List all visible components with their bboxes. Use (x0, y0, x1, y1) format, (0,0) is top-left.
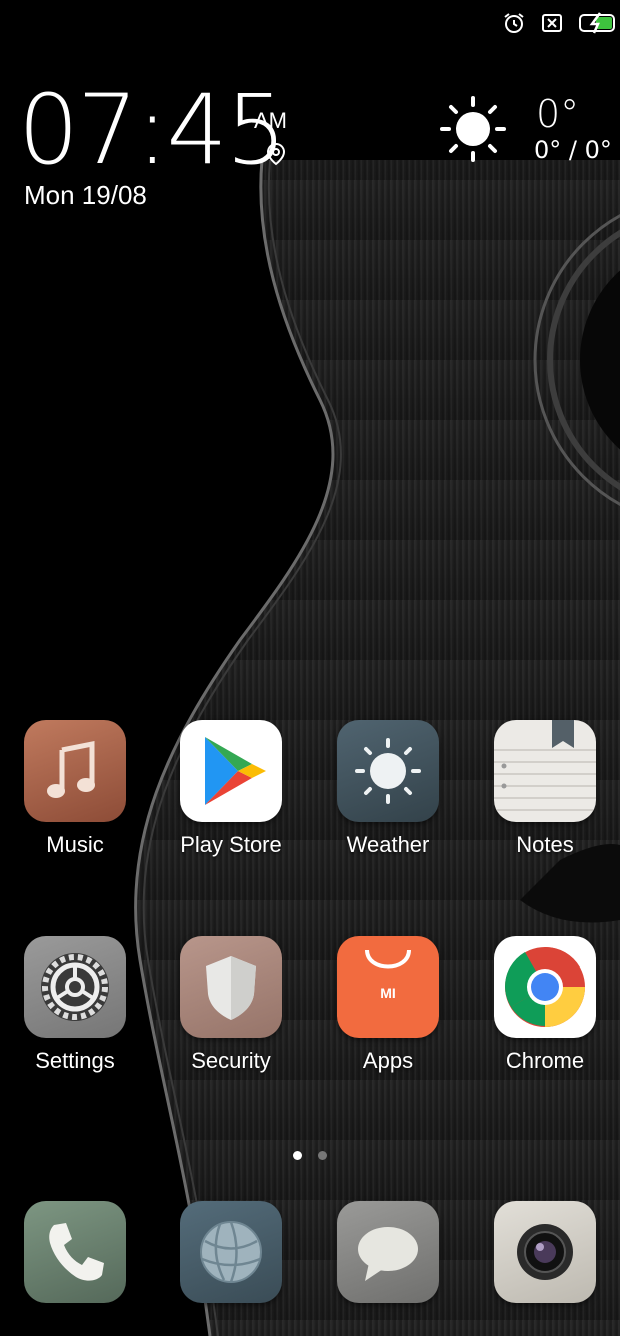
gear-icon (24, 936, 126, 1038)
app-label: Music (46, 832, 104, 857)
notepad-icon (494, 720, 596, 822)
svg-text:MI: MI (380, 985, 396, 1001)
browser-globe-icon (180, 1201, 282, 1303)
app-label: Play Store (180, 832, 282, 857)
dock-camera[interactable] (475, 1201, 615, 1303)
camera-icon (494, 1201, 596, 1303)
dock-messages[interactable] (318, 1201, 458, 1303)
app-label: Notes (516, 832, 574, 857)
weather-range: 0° / 0° (534, 136, 612, 164)
chrome-icon (494, 936, 596, 1038)
page-dot-active (293, 1151, 302, 1160)
app-music[interactable]: Music (5, 720, 145, 858)
clock-ampm: AM (254, 108, 287, 133)
app-settings[interactable]: Settings (5, 936, 145, 1074)
app-security[interactable]: Security (161, 936, 301, 1074)
shopping-bag-icon: MI (337, 936, 439, 1038)
messages-icon (337, 1201, 439, 1303)
alarm-icon (504, 13, 524, 33)
app-weather[interactable]: Weather (318, 720, 458, 858)
dock-browser[interactable] (161, 1201, 301, 1303)
phone-icon (24, 1201, 126, 1303)
page-indicator[interactable] (0, 1151, 620, 1160)
app-label: Chrome (505, 1048, 585, 1073)
location-pin-icon (266, 142, 286, 166)
app-notes[interactable]: Notes (475, 720, 615, 858)
weather-temp[interactable]: 0° (536, 92, 579, 136)
clock-date: Mon 19/08 (24, 180, 147, 210)
app-chrome[interactable]: Chrome (475, 936, 615, 1074)
battery-charging-icon (579, 12, 615, 34)
app-play-store[interactable]: Play Store (161, 720, 301, 858)
app-label: Weather (346, 832, 430, 857)
page-dot (318, 1151, 327, 1160)
app-apps[interactable]: MI Apps (318, 936, 458, 1074)
app-label: Settings (35, 1048, 115, 1073)
music-note-icon (24, 720, 126, 822)
sun-icon[interactable] (438, 94, 508, 164)
clock-widget[interactable]: 07:45 AM (18, 74, 287, 186)
dock-phone[interactable] (5, 1201, 145, 1303)
sun-icon (337, 720, 439, 822)
app-label: Apps (362, 1048, 414, 1073)
sim-off-icon (542, 14, 562, 32)
play-store-icon (180, 720, 282, 822)
shield-icon (180, 936, 282, 1038)
app-label: Security (191, 1048, 271, 1073)
status-bar (502, 8, 620, 38)
clock-time: 07:45 (18, 74, 287, 186)
